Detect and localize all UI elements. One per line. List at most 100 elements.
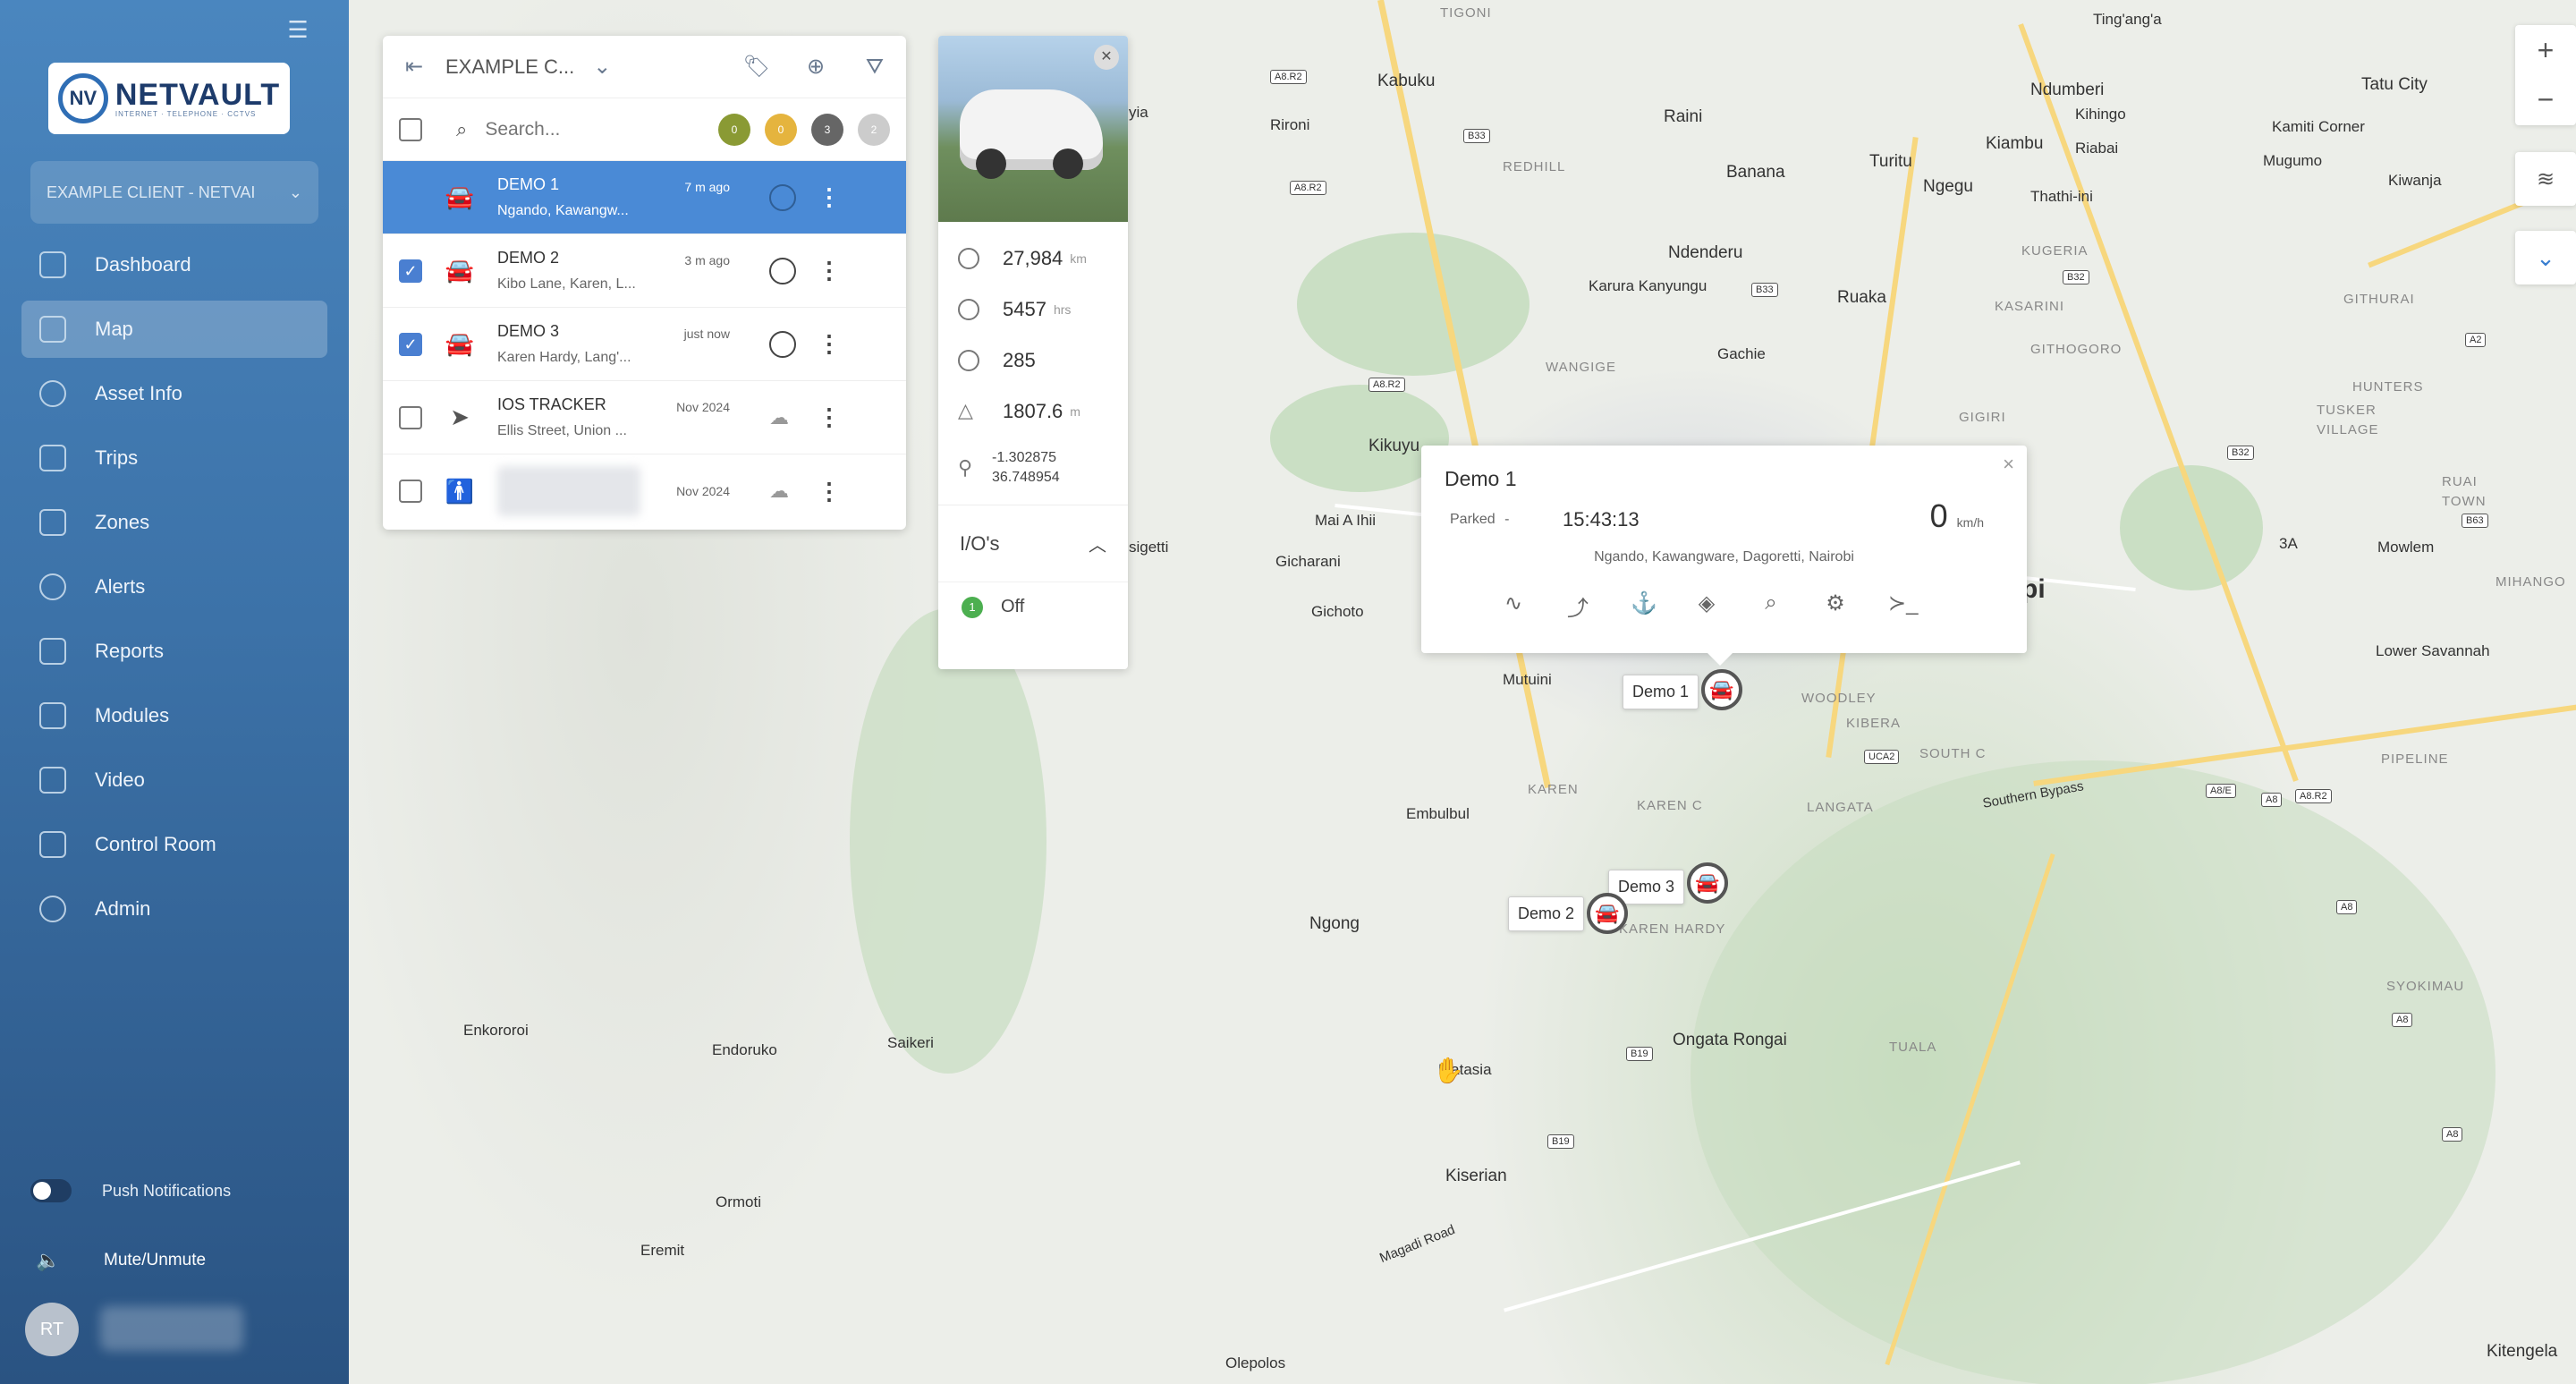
- sidebar-item-video[interactable]: Video: [21, 751, 327, 809]
- asset-row[interactable]: ➤ IOS TRACKER Ellis Street, Union ... No…: [383, 381, 906, 454]
- sidebar: ☰ NV NETVAULT INTERNET · TELEPHONE · CCT…: [0, 0, 349, 1384]
- sidebar-item-asset-info[interactable]: Asset Info: [21, 365, 327, 422]
- close-icon[interactable]: ✕: [1094, 45, 1119, 70]
- map-label: Turitu: [1869, 152, 1912, 171]
- heading-value: 285: [1003, 348, 1036, 371]
- directions-icon[interactable]: ◈: [1695, 590, 1718, 617]
- asset-row[interactable]: 🚘 DEMO 1 Ngando, Kawangw... 7 m ago ⋮: [383, 161, 906, 234]
- marker-label-demo1[interactable]: Demo 1: [1623, 675, 1699, 709]
- marker-label-demo2[interactable]: Demo 2: [1508, 896, 1585, 931]
- map-label: Ndenderu: [1668, 243, 1743, 262]
- mute-unmute-button[interactable]: 🔈 Mute/Unmute: [36, 1249, 206, 1272]
- status-count-moving[interactable]: 0: [718, 113, 750, 146]
- zoom-out-button[interactable]: −: [2538, 83, 2555, 116]
- vehicle-marker-demo3[interactable]: 🚘: [1687, 862, 1728, 904]
- sidebar-item-alerts[interactable]: Alerts: [21, 558, 327, 616]
- tag-icon[interactable]: 🏷: [741, 52, 772, 82]
- sidebar-item-map[interactable]: Map: [21, 301, 327, 358]
- map-label: GITHURAI: [2343, 292, 2415, 307]
- asset-row-text: DEMO 3 Karen Hardy, Lang'...: [497, 322, 649, 366]
- odometer-stat: 27,984 km: [938, 233, 1128, 284]
- cloud-offline-icon: ☁: [769, 480, 789, 502]
- map-label: Kiserian: [1445, 1167, 1507, 1185]
- map-label: Saikeri: [887, 1034, 934, 1051]
- map-label: Lower Savannah: [2376, 642, 2490, 659]
- chevron-circle-icon: ⌄: [2536, 243, 2555, 271]
- row-checkbox[interactable]: [399, 480, 422, 503]
- map-label: Tatu City: [2361, 75, 2428, 94]
- filter-icon[interactable]: ⛛: [860, 52, 890, 82]
- road-shield: A8: [2336, 900, 2358, 914]
- vehicle-marker-demo2[interactable]: 🚘: [1587, 893, 1628, 934]
- layers-icon: ≋: [2536, 166, 2555, 191]
- popup-time: 15:43:13: [1563, 508, 1640, 531]
- user-name-blurred: [100, 1306, 243, 1351]
- gear-icon[interactable]: ⚙: [1824, 590, 1847, 617]
- zoom-in-button[interactable]: +: [2538, 34, 2555, 67]
- sidebar-item-reports[interactable]: Reports: [21, 623, 327, 680]
- heading-stat: 285: [938, 335, 1128, 386]
- anchor-icon[interactable]: ⚓: [1631, 590, 1657, 617]
- asset-row-text: DEMO 1 Ngando, Kawangw...: [497, 175, 649, 219]
- close-icon[interactable]: ×: [2003, 453, 2014, 476]
- status-count-offline[interactable]: 2: [858, 113, 890, 146]
- odometer-value: 27,984: [1003, 246, 1063, 269]
- sidebar-item-label: Trips: [95, 446, 139, 469]
- graph-icon[interactable]: ∿: [1502, 590, 1525, 617]
- kebab-menu-icon[interactable]: ⋮: [818, 403, 841, 431]
- asset-row[interactable]: ✓ 🚘 DEMO 2 Kibo Lane, Karen, L... 3 m ag…: [383, 234, 906, 308]
- road-shield: A8.R2: [1270, 70, 1307, 84]
- vehicle-marker-demo1[interactable]: 🚘: [1701, 669, 1742, 710]
- group-select[interactable]: EXAMPLE C...: [445, 55, 574, 79]
- document-icon: [39, 638, 66, 665]
- chevron-down-icon[interactable]: ⌄: [587, 52, 617, 82]
- map-label: Gichoto: [1311, 603, 1364, 620]
- sidebar-item-dashboard[interactable]: Dashboard: [21, 236, 327, 293]
- map-green-area: [1690, 760, 2496, 1384]
- terminal-icon[interactable]: ≻_: [1888, 590, 1918, 617]
- asset-row[interactable]: ✓ 🚘 DEMO 3 Karen Hardy, Lang'... just no…: [383, 308, 906, 381]
- route-icon[interactable]: ⤴: [1566, 590, 1589, 621]
- mute-unmute-label: Mute/Unmute: [104, 1251, 207, 1269]
- sidebar-item-zones[interactable]: Zones: [21, 494, 327, 551]
- kebab-menu-icon[interactable]: ⋮: [818, 257, 841, 284]
- kebab-menu-icon[interactable]: ⋮: [818, 183, 841, 211]
- io-section-header[interactable]: I/O's ︿: [938, 505, 1128, 582]
- collapse-sidebar-icon[interactable]: ☰: [284, 18, 311, 41]
- sidebar-item-label: Reports: [95, 640, 165, 662]
- zoom-search-icon[interactable]: ⊕: [801, 52, 831, 82]
- video-camera-icon: [39, 767, 66, 794]
- navigation-icon: ➤: [450, 403, 470, 430]
- status-count-idle[interactable]: 0: [765, 113, 797, 146]
- asset-row[interactable]: 🚹 Nov 2024 ☁ ⋮: [383, 454, 906, 528]
- sidebar-item-trips[interactable]: Trips: [21, 429, 327, 487]
- layers-button[interactable]: ≋: [2515, 152, 2576, 206]
- map-label: Gicharani: [1275, 553, 1341, 570]
- navigation-arrow-icon: [39, 316, 66, 343]
- map-road: [2018, 23, 2299, 782]
- status-count-parked[interactable]: 3: [811, 113, 843, 146]
- longitude-value: 36.748954: [992, 470, 1060, 485]
- search-icon[interactable]: ⌕: [1759, 590, 1783, 617]
- road-shield: B19: [1547, 1134, 1574, 1149]
- sidebar-item-admin[interactable]: Admin: [21, 880, 327, 938]
- select-all-checkbox[interactable]: [399, 117, 422, 141]
- map-label: Mai A Ihii: [1315, 512, 1377, 529]
- kebab-menu-icon[interactable]: ⋮: [818, 478, 841, 505]
- sidebar-item-control-room[interactable]: Control Room: [21, 816, 327, 873]
- avatar[interactable]: RT: [25, 1303, 79, 1356]
- altitude-unit: m: [1070, 403, 1080, 419]
- engine-hours-unit: hrs: [1053, 301, 1072, 317]
- search-input[interactable]: [485, 118, 665, 140]
- client-select[interactable]: EXAMPLE CLIENT - NETVAI ⌄: [30, 161, 318, 224]
- map-options-button[interactable]: ⌄: [2515, 231, 2576, 284]
- map-label: Enkororoi: [463, 1022, 529, 1039]
- altitude-value: 1807.6: [1003, 399, 1063, 422]
- row-checkbox[interactable]: ✓: [399, 259, 422, 283]
- row-checkbox[interactable]: [399, 405, 422, 429]
- kebab-menu-icon[interactable]: ⋮: [818, 330, 841, 358]
- collapse-list-icon[interactable]: ⇤: [399, 52, 429, 82]
- sidebar-item-modules[interactable]: Modules: [21, 687, 327, 744]
- push-notifications-toggle[interactable]: [30, 1179, 72, 1202]
- row-checkbox[interactable]: ✓: [399, 332, 422, 356]
